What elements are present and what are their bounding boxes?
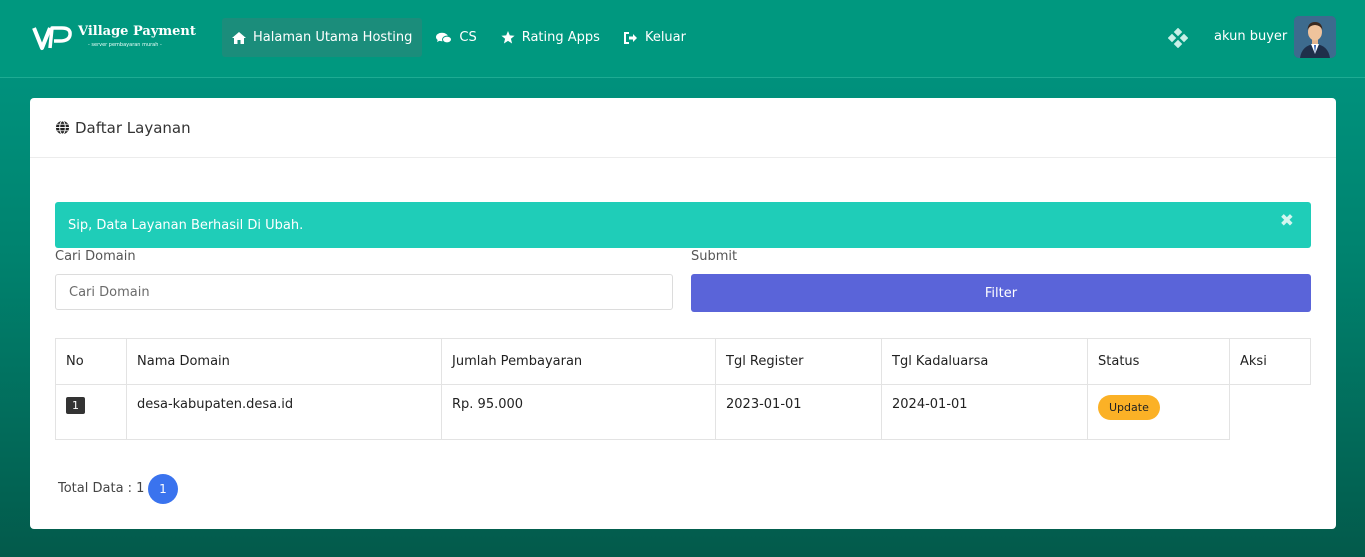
vp-logo-icon [32, 26, 72, 50]
status-update-badge[interactable]: Update [1098, 395, 1160, 420]
star-icon [501, 31, 515, 44]
nav-label: Keluar [644, 30, 686, 45]
register-date-cell: 2023-01-01 [715, 384, 882, 440]
user-avatar[interactable] [1294, 16, 1336, 58]
close-icon[interactable]: ✖ [1280, 211, 1294, 231]
amount-cell: Rp. 95.000 [441, 384, 716, 440]
status-cell: Update [1087, 384, 1230, 440]
alert-message: Sip, Data Layanan Berhasil Di Ubah. [68, 217, 304, 233]
domain-cell: desa-kabupaten.desa.id [126, 384, 442, 440]
card-title: Daftar Layanan [75, 118, 191, 137]
filter-button[interactable]: Filter [691, 274, 1311, 312]
search-domain-input[interactable] [55, 274, 673, 310]
user-avatar-icon [1294, 16, 1336, 58]
chat-icon [436, 32, 453, 43]
main-nav: Halaman Utama Hosting CS Rating Apps Kel… [222, 18, 700, 57]
brand-name: Village Payment [78, 24, 196, 39]
nav-rating-apps[interactable]: Rating Apps [491, 18, 610, 57]
column-header: Tgl Register [715, 338, 882, 385]
nav-label: Halaman Utama Hosting [253, 30, 413, 45]
column-header: No [55, 338, 127, 385]
brand-tagline: - server pembayaran murah - [88, 42, 162, 48]
row-number-cell: 1 [55, 384, 127, 440]
globe-icon [55, 120, 70, 135]
column-header: Jumlah Pembayaran [441, 338, 716, 385]
pagination-page-1[interactable]: 1 [148, 474, 178, 504]
total-data: Total Data : 1 [58, 481, 145, 496]
nav-logout[interactable]: Keluar [614, 18, 696, 57]
success-alert: Sip, Data Layanan Berhasil Di Ubah. ✖ [55, 202, 1311, 248]
table-row: 1 desa-kabupaten.desa.id Rp. 95.000 2023… [55, 384, 1311, 440]
top-navbar: Village Payment - server pembayaran mura… [0, 0, 1365, 78]
submit-label: Submit [691, 249, 738, 264]
column-header: Tgl Kadaluarsa [881, 338, 1088, 385]
nav-home-hosting[interactable]: Halaman Utama Hosting [222, 18, 423, 57]
services-table: No Nama Domain Jumlah Pembayaran Tgl Reg… [55, 338, 1311, 440]
nav-label: Rating Apps [521, 30, 600, 45]
table-header-row: No Nama Domain Jumlah Pembayaran Tgl Reg… [55, 338, 1311, 385]
logo[interactable]: Village Payment - server pembayaran mura… [32, 22, 196, 54]
nav-cs[interactable]: CS [426, 18, 486, 57]
sign-out-icon [623, 31, 637, 44]
service-list-card: Daftar Layanan Sip, Data Layanan Berhasi… [30, 98, 1336, 529]
row-number-badge: 1 [66, 397, 85, 414]
column-header: Nama Domain [126, 338, 442, 385]
column-header: Aksi [1229, 338, 1311, 385]
search-label: Cari Domain [55, 249, 136, 264]
nav-label: CS [459, 30, 477, 45]
action-cell [1229, 384, 1311, 440]
home-icon [232, 31, 246, 44]
apps-grid-icon[interactable] [1168, 28, 1188, 48]
card-header: Daftar Layanan [30, 98, 1336, 158]
username[interactable]: akun buyer [1214, 29, 1287, 44]
column-header: Status [1087, 338, 1230, 385]
expiry-date-cell: 2024-01-01 [881, 384, 1088, 440]
